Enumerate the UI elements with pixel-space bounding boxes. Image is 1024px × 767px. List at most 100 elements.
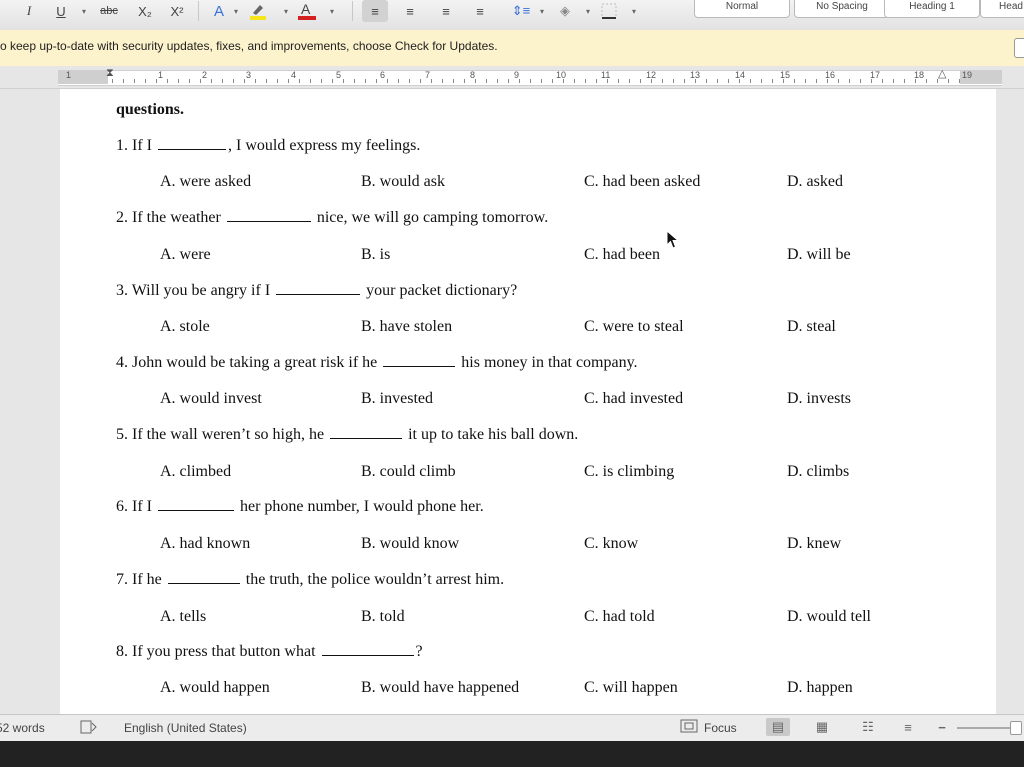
ruler-tick	[926, 79, 927, 83]
shading-icon[interactable]: ◈	[552, 0, 578, 22]
option-5b: B. could climb	[361, 463, 456, 480]
answer-blank	[383, 354, 456, 367]
style-heading-2[interactable]: Head	[980, 0, 1024, 18]
ruler-tick	[321, 79, 322, 83]
ruler-tick	[618, 79, 619, 83]
option-1b: B. would ask	[361, 173, 445, 190]
ruler-tick	[761, 79, 762, 83]
proofing-icon[interactable]	[80, 719, 98, 738]
style-heading-1[interactable]: Heading 1	[884, 0, 980, 18]
ruler-tick	[827, 79, 828, 83]
highlight-icon[interactable]	[246, 0, 270, 22]
ruler-tick	[607, 79, 608, 83]
borders-icon[interactable]	[596, 0, 622, 22]
ruler-tick	[882, 79, 883, 83]
ruler-tick	[849, 79, 850, 83]
ruler-tick	[860, 79, 861, 83]
answer-blank	[276, 282, 361, 295]
draft-view-icon[interactable]: ≡	[896, 718, 920, 736]
option-5c: C. is climbing	[584, 463, 675, 480]
document-page[interactable]: questions. 1. If I , I would express my …	[60, 89, 996, 714]
ruler-tick	[596, 79, 597, 83]
italic-button[interactable]: I	[20, 0, 38, 22]
superscript-button[interactable]: X²	[166, 0, 188, 22]
zoom-out-icon[interactable]: −	[930, 718, 954, 736]
question-3: 3. Will you be angry if I your packet di…	[116, 282, 518, 299]
web-layout-view-icon[interactable]: ▦	[810, 718, 834, 736]
ruler-tick	[387, 79, 388, 83]
ruler-tick	[695, 79, 696, 83]
option-1a: A. were asked	[160, 173, 252, 190]
option-8d: D. happen	[787, 679, 853, 696]
ruler-tick	[475, 79, 476, 83]
answer-blank	[226, 209, 311, 222]
option-3c: C. were to steal	[584, 318, 684, 335]
style-normal[interactable]: Normal	[694, 0, 790, 18]
ruler-tick	[354, 79, 355, 83]
word-count[interactable]: 52 words	[0, 721, 45, 735]
option-5a: A. climbed	[160, 463, 232, 480]
ruler-number: 11	[601, 70, 611, 80]
font-color-caret-icon[interactable]: ▾	[328, 0, 336, 22]
ruler-tick	[134, 79, 135, 83]
question-7: 7. If he the truth, the police wouldn’t …	[116, 571, 505, 588]
line-spacing-icon[interactable]: ⇕≡	[506, 0, 536, 22]
line-spacing-caret-icon[interactable]: ▾	[538, 0, 546, 22]
message-bar-button[interactable]	[1014, 38, 1024, 58]
outline-view-icon[interactable]: ☷	[856, 718, 880, 736]
borders-caret-icon[interactable]: ▾	[630, 0, 638, 22]
horizontal-ruler[interactable]: ⧗ △ 1 1 2 3 4 5 6 7 8 9 10 11 12 13 14 1…	[0, 66, 1024, 89]
ruler-tick	[574, 79, 575, 83]
style-no-spacing[interactable]: No Spacing	[794, 0, 890, 18]
ruler-tick	[948, 79, 949, 83]
shading-caret-icon[interactable]: ▾	[584, 0, 592, 22]
option-2d: D. will be	[787, 246, 851, 263]
ruler-tick	[200, 79, 201, 83]
zoom-slider[interactable]	[957, 727, 1017, 729]
language-status[interactable]: English (United States)	[124, 721, 247, 735]
align-left-icon[interactable]: ≡	[362, 0, 388, 22]
ruler-tick	[112, 79, 113, 83]
option-2c: C. had been	[584, 246, 660, 263]
option-6d: D. knew	[787, 535, 842, 552]
ruler-tick	[431, 79, 432, 83]
print-layout-view-icon[interactable]: ▤	[766, 718, 790, 736]
highlight-caret-icon[interactable]: ▾	[282, 0, 290, 22]
ruler-tick	[706, 79, 707, 83]
focus-button[interactable]: Focus	[704, 721, 737, 735]
ruler-number: 4	[291, 70, 297, 80]
underline-button[interactable]: U	[52, 0, 70, 22]
text-effects-icon[interactable]: A	[208, 0, 230, 22]
option-3b: B. have stolen	[361, 318, 453, 335]
ruler-tick	[750, 79, 751, 83]
strikethrough-button[interactable]: abc	[96, 0, 122, 22]
answer-blank	[157, 498, 234, 511]
ruler-tick	[629, 79, 630, 83]
underline-caret-icon[interactable]: ▾	[80, 0, 88, 22]
ruler-tick	[717, 79, 718, 83]
subscript-button[interactable]: X₂	[134, 0, 156, 22]
formatting-toolbar: I U ▾ abc X₂ X² A ▾ ▾ A ▾ ≡ ≡ ≡ ≡ ⇕≡ ▾ ◈…	[0, 0, 1024, 31]
ruler-tick	[343, 79, 344, 83]
align-center-icon[interactable]: ≡	[398, 0, 422, 22]
ruler-tick	[728, 79, 729, 83]
ruler-tick	[585, 79, 586, 83]
ruler-tick	[332, 79, 333, 83]
align-right-icon[interactable]: ≡	[434, 0, 458, 22]
update-message-text: o keep up-to-date with security updates,…	[0, 39, 498, 53]
option-8a: A. would happen	[160, 679, 270, 696]
option-7a: A. tells	[160, 608, 207, 625]
ruler-tick	[233, 79, 234, 83]
option-5d: D. climbs	[787, 463, 850, 480]
zoom-slider-knob[interactable]	[1010, 721, 1022, 735]
font-color-icon[interactable]: A	[294, 0, 320, 22]
ruler-tick	[530, 79, 531, 83]
ruler-tick	[651, 79, 652, 83]
focus-icon[interactable]	[680, 719, 698, 736]
option-2a: A. were	[160, 246, 211, 263]
justify-icon[interactable]: ≡	[468, 0, 492, 22]
right-indent-marker-icon[interactable]: △	[938, 67, 946, 80]
ruler-number: 14	[735, 70, 746, 80]
text-effects-caret-icon[interactable]: ▾	[232, 0, 240, 22]
option-3a: A. stole	[160, 318, 210, 335]
